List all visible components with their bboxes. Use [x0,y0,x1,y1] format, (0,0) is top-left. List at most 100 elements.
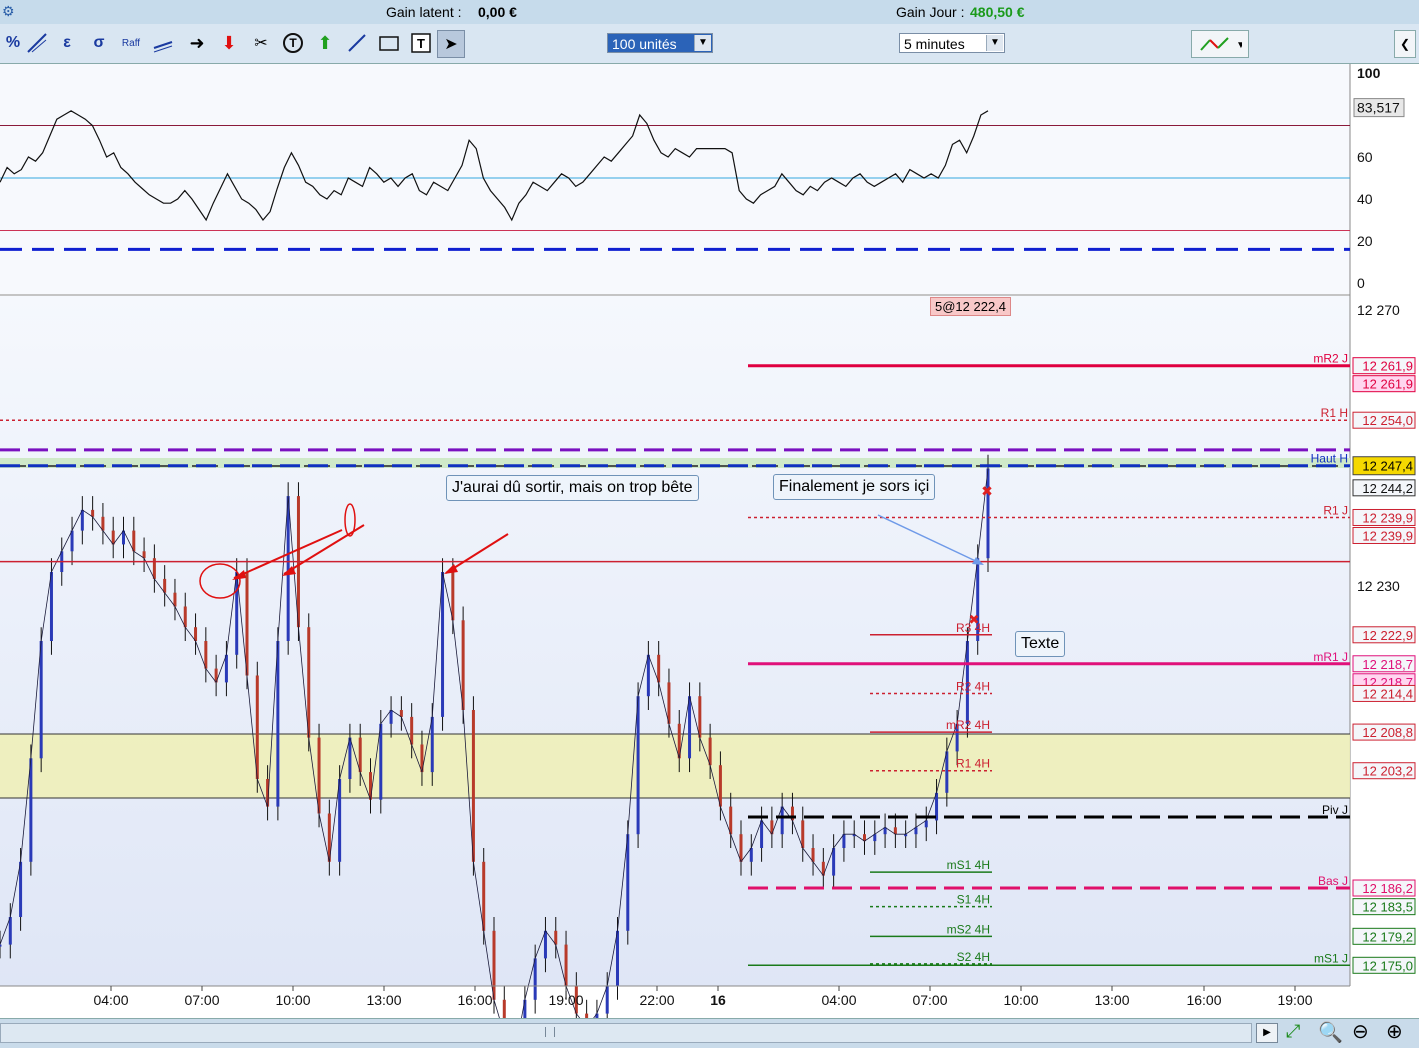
zoom-in-icon[interactable]: ⊕ [1386,1019,1403,1044]
timeframe-select[interactable]: 5 minutes ▼ [899,33,1005,53]
scrollbar-track[interactable] [0,1023,1252,1043]
quantity-select-value: 100 unités [612,36,677,52]
cursor-icon[interactable]: ➤ [437,30,465,58]
candle-body [646,654,650,697]
y-tick-label: 12 270 [1357,302,1400,318]
rectangle-icon[interactable] [376,30,402,56]
collapse-panel-icon[interactable]: ❮ [1394,30,1416,58]
price-level-label: mS1 4H [947,858,990,872]
chevron-down-icon[interactable]: ▼ [986,35,1003,51]
bottom-toolbar: ▶ ⤢ 🔍 ⊖ ⊕ [0,1018,1419,1048]
price-level-label: Piv J [1322,803,1348,817]
arrow-up-green-icon[interactable]: ⬆ [312,30,338,56]
candle-body [605,986,609,1014]
candle-body [708,737,712,766]
price-panel [0,296,1350,986]
candle-body [636,696,640,835]
price-tag-text: 12 239,9 [1362,510,1413,525]
scroll-right-button[interactable]: ▶ [1256,1023,1278,1043]
candle-body [245,572,249,676]
quantity-select[interactable]: 100 unités ▼ [607,33,713,53]
arrow-down-red-icon[interactable]: ⬇ [216,30,242,56]
timeframe-select-value: 5 minutes [904,36,965,52]
candle-body [492,930,496,1000]
candle-body [801,820,805,848]
x-tick-label: 16:00 [1186,992,1221,1008]
exit-annotation[interactable]: Finalement je sors içi [773,474,936,500]
candle-body [80,509,84,531]
scrollbar-thumb[interactable] [545,1027,555,1037]
price-level-label: R1 H [1321,406,1348,420]
candle-body [616,930,619,986]
text-circle-icon[interactable]: T [280,30,306,56]
epsilon-icon[interactable]: ε [54,30,80,56]
raff-icon[interactable]: Raff [118,30,144,56]
candle-body [19,861,23,917]
price-tag-text: 12 254,0 [1362,413,1413,428]
price-level-label: S1 4H [957,893,990,907]
candle-body [276,641,280,807]
candle-body [471,710,475,862]
price-tag-text: 12 244,2 [1362,481,1413,496]
x-tick-label: 22:00 [639,992,674,1008]
text-box-icon[interactable]: T [408,30,434,56]
oscillator-value-text: 83,517 [1357,100,1400,116]
x-tick-label: 16 [710,992,726,1008]
svg-text:▼: ▼ [1236,40,1242,51]
candle-body [255,675,259,779]
price-level-label: R2 4H [956,679,990,693]
candle-body [543,930,547,959]
price-tag-text: 12 203,2 [1362,764,1413,779]
zoom-fit-icon[interactable]: 🔍 [1318,1020,1343,1045]
diagonal-icon[interactable] [344,30,370,56]
gain-jour-value: 480,50 € [970,4,1025,20]
gain-jour-label: Gain Jour : [896,4,965,20]
candle-body [451,572,455,621]
price-level-label: mR2 J [1313,352,1348,366]
texte-annotation[interactable]: Texte [1015,631,1066,657]
price-tag-text: 12 183,5 [1362,900,1413,915]
sigma-icon[interactable]: σ [86,30,112,56]
candle-body [358,737,362,773]
svg-text:T: T [289,36,297,50]
price-tag-text: 12 175,0 [1362,958,1413,973]
y-tick-label: 20 [1357,233,1373,249]
price-tag-text: 12 179,2 [1362,929,1413,944]
zoom-out-icon[interactable]: ⊖ [1352,1019,1369,1044]
auto-scale-icon[interactable]: ⤢ [1286,1021,1300,1042]
candle-body [626,834,630,931]
price-level-label: Haut H [1311,452,1348,466]
y-tick-label: 40 [1357,191,1373,207]
candle-body [369,772,372,800]
candle-body [523,999,527,1018]
arrow-right-icon[interactable]: ➜ [184,30,210,56]
trendline-icon[interactable] [24,30,50,56]
candle-body [348,737,352,779]
y-tick-label: 100 [1357,65,1381,81]
x-tick-label: 13:00 [1094,992,1129,1008]
candle-body [338,779,342,862]
entry-marker: ✖ [969,612,980,627]
candle-body [183,606,187,628]
gain-latent-value: 0,00 € [478,4,517,20]
price-level-label: R1 4H [956,757,990,771]
x-tick-label: 04:00 [821,992,856,1008]
status-bar: ⚙ Gain latent : 0,00 € Gain Jour : 480,5… [0,0,1419,25]
chevron-down-icon[interactable]: ▼ [694,35,711,51]
y-tick-label: 0 [1357,275,1365,291]
candle-body [760,820,764,848]
oscillator-panel [0,64,1350,294]
ruler-icon[interactable]: ✂ [248,30,274,56]
indicator-menu-icon[interactable]: ▼ [1191,30,1249,58]
exit-marker: ✖ [981,483,993,499]
channel-icon[interactable] [150,30,176,56]
candle-body [379,723,383,800]
x-tick-label: 04:00 [93,992,128,1008]
price-level-label: mS1 J [1314,951,1348,965]
chart-area[interactable]: mR2 J 12 261,9 12 261,9 R1 H 12 254,0 Haut H 1… [0,64,1419,1018]
settings-icon[interactable]: ⚙ [2,3,15,20]
mistake-annotation[interactable]: J'aurai dû sortir, mais on trop bête [446,475,699,501]
percent-icon[interactable]: % [0,30,26,56]
candle-body [832,848,836,876]
price-level-label: Bas J [1318,874,1348,888]
